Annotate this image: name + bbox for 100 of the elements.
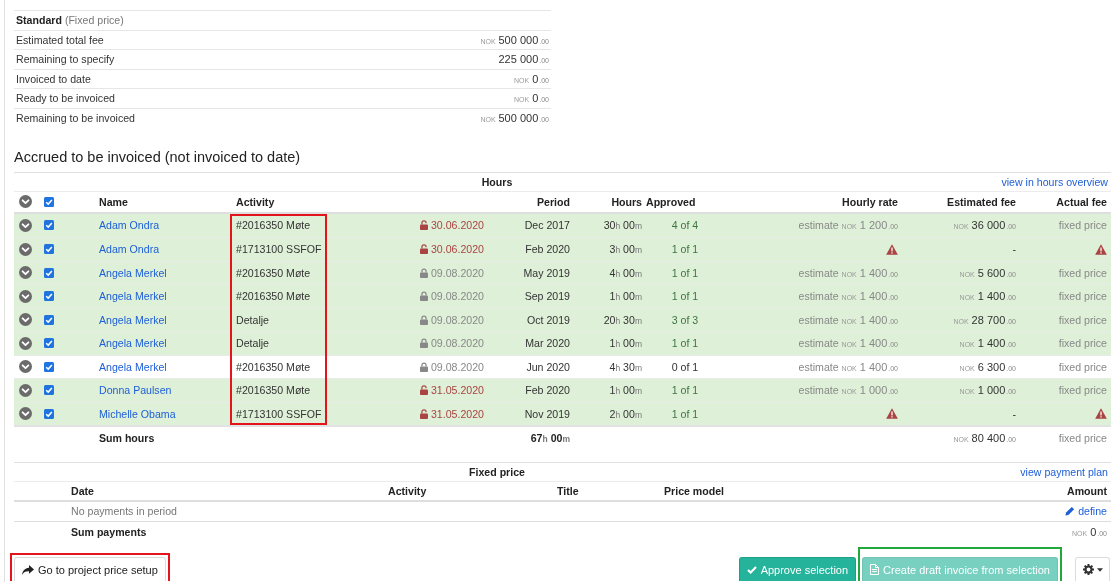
approval-count: 1 of 1 [671,290,699,303]
price-setup-button[interactable]: Go to project price setup [14,557,166,581]
column-header: Amount [1067,484,1107,497]
actual-fee: fixed price [1058,337,1107,350]
activity-text: #2016350 Møte [236,360,311,373]
column-header: Activity [388,484,427,497]
column-header: Period [537,195,570,208]
person-link[interactable]: Angela Merkel [99,290,167,303]
period-text: Feb 2020 [525,384,570,397]
person-link[interactable]: Adam Ondra [99,219,160,232]
period-text: Jun 2020 [526,360,570,373]
date-text: 09.08.2020 [430,337,484,350]
person-link[interactable]: Michelle Obama [99,407,176,420]
activity-text: #2016350 Møte [236,384,311,397]
estimated-fee: - [1012,243,1016,256]
settings-menu-button[interactable] [1075,557,1110,581]
period-text: Dec 2017 [524,219,570,232]
checkbox[interactable] [44,291,54,302]
chevron-circle-icon[interactable] [18,242,32,256]
chevron-circle-icon[interactable] [18,289,32,303]
approval-count: 1 of 1 [671,243,699,256]
chevron-circle-icon[interactable] [18,195,32,209]
column-header: Hours [611,195,642,208]
activity-text: #2016350 Møte [236,219,311,232]
chevron-circle-icon[interactable] [18,266,32,280]
column-header: Approved [646,195,696,208]
person-link[interactable]: Donna Paulsen [99,384,172,397]
checkbox[interactable] [44,267,54,278]
date-text: 30.06.2020 [430,243,484,256]
activity-text: #1713100 SSFOF [236,243,322,256]
column-header: Title [557,484,579,497]
empty-message: No payments in period [71,505,177,517]
hours-value: 20h 30m [603,313,642,326]
hours-total: 67h 00m [530,432,570,444]
actual-fee: fixed price [1058,290,1107,303]
date-text: 09.08.2020 [430,313,484,326]
column-header: Hourly rate [842,195,898,208]
hours-value: 4h 30m [609,360,642,373]
sum-label: Sum payments [71,526,147,538]
activity-text: #2016350 Møte [236,290,311,303]
actual-fee: fixed price [1058,219,1107,232]
approval-count: 1 of 1 [671,337,699,350]
actual-fee: fixed price [1058,384,1107,397]
warning-icon [1095,243,1107,255]
chevron-circle-icon[interactable] [18,336,32,350]
actual-fee: fixed price [1058,266,1107,279]
settings-icon [1082,564,1094,575]
period-text: Oct 2019 [527,313,570,326]
period-text: Feb 2020 [525,243,570,256]
hours-value: 4h 00m [609,266,642,279]
approval-count: 1 of 1 [671,266,699,279]
hours-overview-link[interactable]: view in hours overview [1001,176,1108,188]
date-text: 09.08.2020 [430,360,484,373]
approval-count: 1 of 1 [671,384,699,397]
activity-text: #2016350 Møte [236,266,311,279]
date-text: 09.08.2020 [430,290,484,303]
column-header: Name [99,195,128,208]
person-link[interactable]: Angela Merkel [99,313,167,326]
share-arrow-icon [22,564,34,575]
approve-button[interactable]: Approve selection [738,557,857,581]
check-icon [746,565,757,574]
approval-count: 0 of 1 [671,360,699,373]
period-text: Mar 2020 [525,337,570,350]
payment-plan-link[interactable]: view payment plan [1020,466,1108,478]
person-link[interactable]: Angela Merkel [99,337,167,350]
section-title: Accrued to be invoiced (not invoiced to date) [14,148,302,167]
date-text: 30.06.2020 [430,219,484,232]
person-link[interactable]: Angela Merkel [99,360,167,373]
date-text: 31.05.2020 [430,407,484,420]
group-title: Fixed price [468,466,526,478]
chevron-circle-icon[interactable] [18,218,32,232]
person-link[interactable]: Adam Ondra [99,243,160,256]
hours-value: 3h 00m [609,243,642,256]
checkbox[interactable] [44,196,54,207]
checkbox[interactable] [44,338,54,349]
chevron-circle-icon[interactable] [18,313,32,327]
checkbox[interactable] [44,408,54,419]
checkbox[interactable] [44,220,54,231]
chevron-circle-icon[interactable] [18,360,32,374]
chevron-circle-icon[interactable] [18,407,32,421]
checkbox[interactable] [44,385,54,396]
warning-icon [886,243,898,255]
checkbox[interactable] [44,361,54,372]
hours-value: 1h 00m [609,384,642,397]
price-model-title: Standard (Fixed price) [16,14,124,27]
pencil-icon [1065,506,1076,516]
checkbox[interactable] [44,314,54,325]
actual-fee: fixed price [1058,360,1107,373]
activity-text: Detalje [236,313,269,326]
hours-value: 1h 00m [609,337,642,350]
group-title: Hours [480,176,514,188]
define-link[interactable]: define [1065,505,1107,517]
column-header: Actual fee [1056,195,1107,208]
activity-text: #1713100 SSFOF [236,407,322,420]
fee-label: Estimated total fee [16,33,104,46]
fee-label: Invoiced to date [16,72,91,85]
warning-icon [886,408,898,420]
checkbox[interactable] [44,244,54,255]
person-link[interactable]: Angela Merkel [99,266,167,279]
chevron-circle-icon[interactable] [18,383,32,397]
